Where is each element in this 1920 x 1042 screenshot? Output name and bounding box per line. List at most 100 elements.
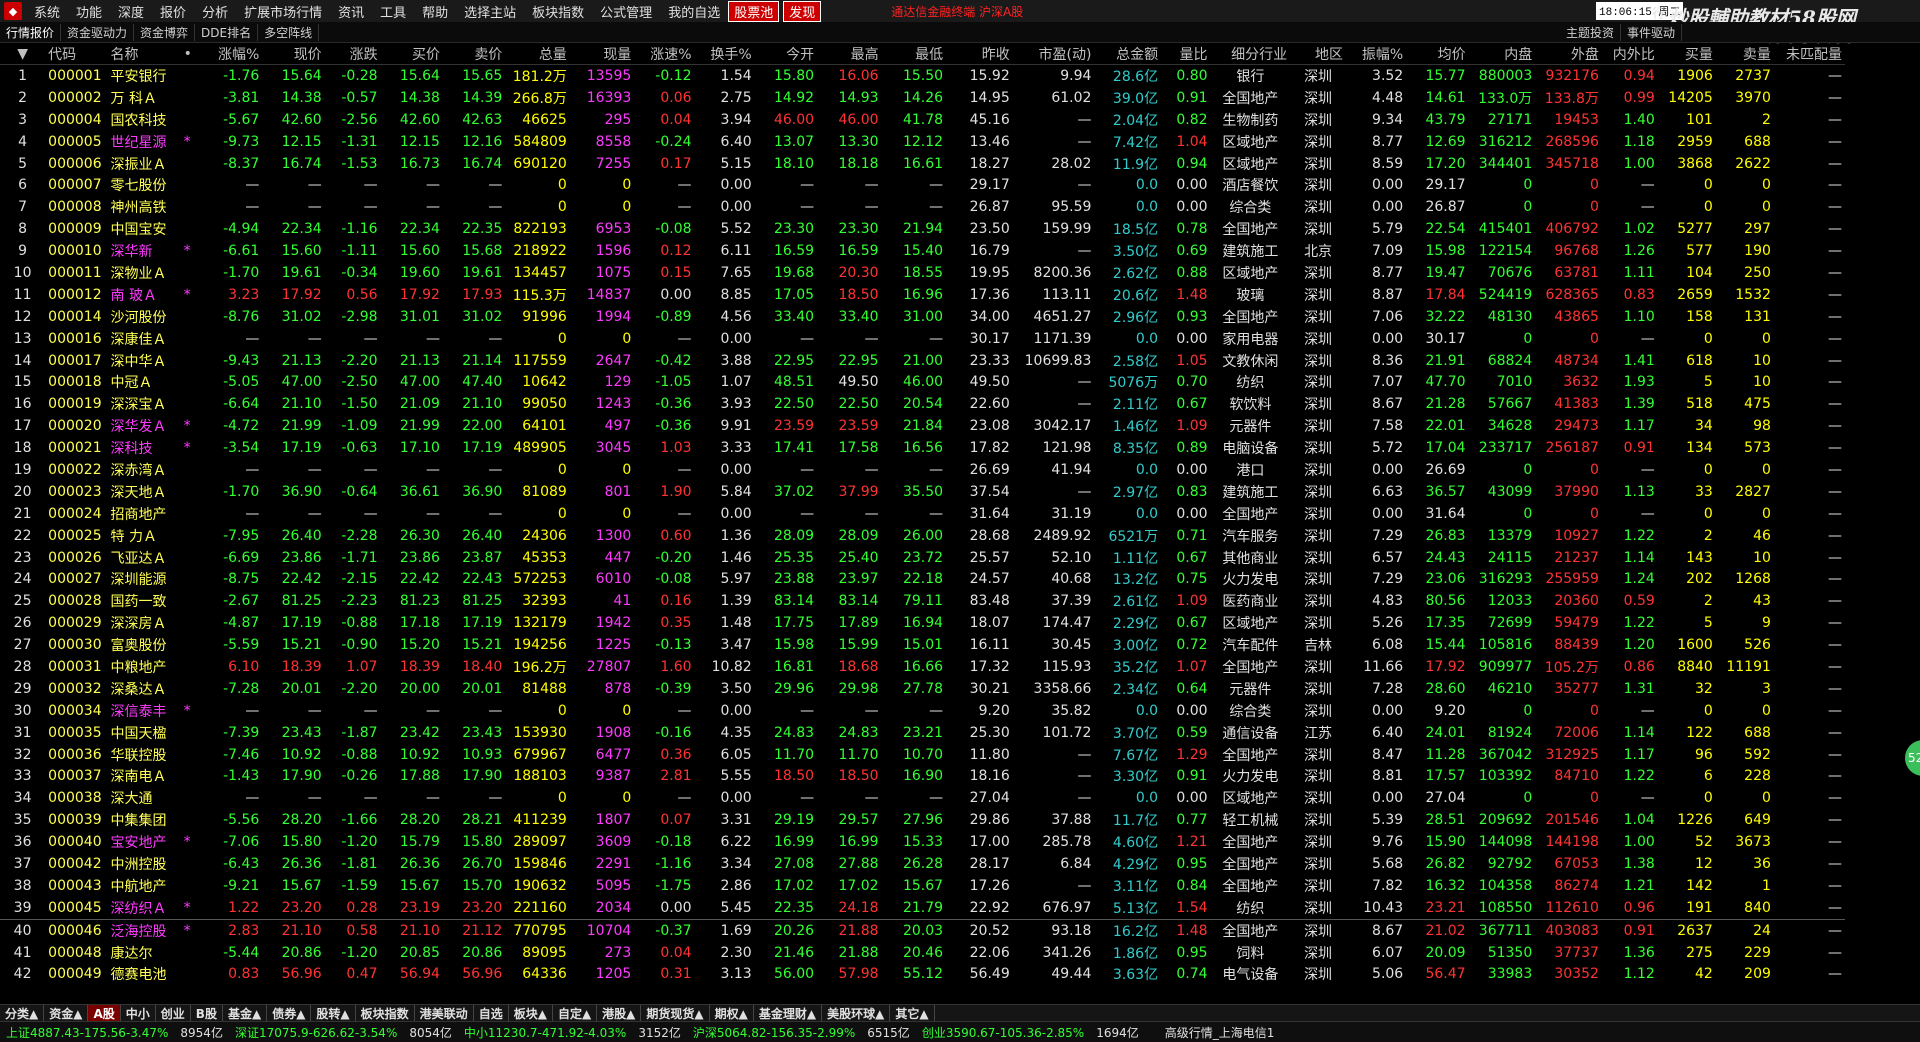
bottom-tab[interactable]: 中小 xyxy=(121,1004,156,1022)
table-row[interactable]: 21 000024 招商地产 — — — — —0 0—0.00— — —31.64 31.19 0.0… xyxy=(0,503,1845,525)
column-header[interactable]: 涨速% xyxy=(634,44,695,65)
column-header[interactable]: 现量 xyxy=(569,44,635,65)
table-row[interactable]: 28 000031 中粮地产 6.10 18.39 1.07 18.39 18.40 196.2… xyxy=(0,656,1845,678)
column-header[interactable]: 今开 xyxy=(754,44,818,65)
table-row[interactable]: 24 000027 深圳能源 -8.75 22.42 -2.15 22.42 22.43 572… xyxy=(0,568,1845,590)
table-row[interactable]: 34 000038 深大通 — — — — — 0 0 — 0.00 — — — 27.04 — 0.0 0.00 区… xyxy=(0,787,1845,809)
bottom-tab[interactable]: 其它▲ xyxy=(890,1004,935,1022)
table-row[interactable]: 32 000036 华联控股 -7.46 10.92 -0.88 10.92 10.93 679… xyxy=(0,744,1845,766)
table-row[interactable]: 5 000006 深振业Ａ -8.37 16.74 -1.53 16.73 16.74 6901… xyxy=(0,153,1845,175)
table-row[interactable]: 35 000039 中集集团 -5.56 28.20 -1.66 28.20 28.21 411… xyxy=(0,809,1845,831)
menu-item[interactable]: 公式管理 xyxy=(592,2,660,21)
side-pull-tab[interactable]: 52 xyxy=(1905,740,1920,776)
menu-item[interactable]: 分析 xyxy=(194,2,236,21)
table-row[interactable]: 38 000043 中航地产 -9.21 15.67 -1.59 15.67 15.70 190… xyxy=(0,875,1845,897)
menu-item[interactable]: 功能 xyxy=(68,2,110,21)
column-header[interactable]: 均价 xyxy=(1406,44,1469,65)
table-row[interactable]: 17 000020 深华发Ａ * -4.72 21.99 -1.09 21.99 22.00 64… xyxy=(0,415,1845,437)
menu-item[interactable]: 扩展市场行情 xyxy=(236,2,330,21)
column-header[interactable]: ▼ xyxy=(0,44,46,65)
bottom-tab[interactable]: 基金理财▲ xyxy=(754,1004,823,1022)
table-row[interactable]: 22 000025 特 力Ａ -7.95 26.40 -2.28 26.30 26.40 243… xyxy=(0,525,1845,547)
table-row[interactable]: 37 000042 中洲控股 -6.43 26.36 -1.81 26.36 26.70 159… xyxy=(0,853,1845,875)
table-row[interactable]: 25 000028 国药一致 -2.67 81.25 -2.23 81.23 81.25 323… xyxy=(0,590,1845,612)
table-row[interactable]: 7 000008 神州高铁 — — — — —0 0—0.00— — —26.87 95.59 0.0 0… xyxy=(0,196,1845,218)
table-row[interactable]: 6 000007 零七股份 — — — — — 0 0 — 0.00 — — — 29.17 — 0.0 0.00 酒… xyxy=(0,174,1845,196)
menu-item[interactable]: 系统 xyxy=(26,2,68,21)
menu-item[interactable]: 报价 xyxy=(152,2,194,21)
bottom-tab[interactable]: 自定▲ xyxy=(553,1004,598,1022)
column-header[interactable]: 涨幅% xyxy=(195,44,263,65)
menu-item-row[interactable]: 行 xyxy=(1652,3,1665,22)
column-header[interactable]: 昨收 xyxy=(946,44,1013,65)
bottom-tab[interactable]: 港美联动 xyxy=(415,1004,474,1022)
table-row[interactable]: 19 000022 深赤湾Ａ — — — — —0 0—0.00— — —26.69 41.94 0.0… xyxy=(0,459,1845,481)
bottom-tab[interactable]: 资金▲ xyxy=(44,1004,89,1022)
table-row[interactable]: 9 000010 深华新 * -6.61 15.60 -1.11 15.60 15.68 2189… xyxy=(0,240,1845,262)
column-header[interactable]: 现价 xyxy=(262,44,325,65)
table-row[interactable]: 39 000045 深纺织Ａ * 1.22 23.20 0.28 23.19 23.20 2211… xyxy=(0,897,1845,919)
column-header[interactable]: 内盘 xyxy=(1468,44,1536,65)
bottom-tab[interactable]: 债券▲ xyxy=(267,1004,312,1022)
table-row[interactable]: 11 000012 南 玻Ａ * 3.23 17.92 0.56 17.92 17.93 115.… xyxy=(0,284,1845,306)
table-row[interactable]: 8 000009 中国宝安 -4.94 22.34 -1.16 22.34 22.35 8221… xyxy=(0,218,1845,240)
table-row[interactable]: 13 000016 深康佳Ａ — — — — —0 0—0.00— — —30.17 1171.39 0… xyxy=(0,328,1845,350)
tab-quotes[interactable]: 行情报价 xyxy=(0,23,62,41)
bottom-tab[interactable]: 板块指数 xyxy=(356,1004,415,1022)
table-row[interactable]: 15 000018 中冠Ａ -5.05 47.00 -2.50 47.00 47.40 1064… xyxy=(0,371,1845,393)
table-row[interactable]: 36 000040 宝安地产 * -7.06 15.80 -1.20 15.79 15.80 28… xyxy=(0,831,1845,853)
column-header[interactable]: 名称 xyxy=(107,44,181,65)
column-header[interactable]: 最高 xyxy=(817,44,882,65)
table-row[interactable]: 30 000034 深信泰丰 * — — — — —0 0—0.00— — —9.20 35.82 0.0… xyxy=(0,700,1845,722)
table-row[interactable]: 20 000023 深天地Ａ -1.70 36.90 -0.64 36.61 36.90 810… xyxy=(0,481,1845,503)
table-row[interactable]: 12 000014 沙河股份 -8.76 31.02 -2.98 31.01 31.02 919… xyxy=(0,306,1845,328)
column-header[interactable]: 市盈(动) xyxy=(1012,44,1095,65)
column-header[interactable]: 总金额 xyxy=(1094,44,1162,65)
table-row[interactable]: 23 000026 飞亚达Ａ -6.69 23.86 -1.71 23.86 23.87 453… xyxy=(0,547,1845,569)
bottom-tab[interactable]: 板块▲ xyxy=(509,1004,553,1022)
bottom-tab[interactable]: 创业 xyxy=(156,1004,191,1022)
tab-long-short[interactable]: 多空阵线 xyxy=(258,23,320,41)
tab-event-driven[interactable]: 事件驱动 xyxy=(1621,23,1683,41)
table-row[interactable]: 27 000030 富奥股份 -5.59 15.21 -0.90 15.20 15.21 194… xyxy=(0,634,1845,656)
bottom-tab[interactable]: 股转▲ xyxy=(311,1004,356,1022)
column-header[interactable]: 未匹配量 xyxy=(1773,44,1845,65)
column-header[interactable]: 买价 xyxy=(380,44,443,65)
bottom-tab[interactable]: 基金▲ xyxy=(223,1004,268,1022)
table-row[interactable]: 4 000005 世纪星源 * -9.73 12.15 -1.31 12.15 12.16 584… xyxy=(0,131,1845,153)
menu-item[interactable]: 我的自选 xyxy=(660,2,728,21)
table-row[interactable]: 40 000046 泛海控股 * 2.83 21.10 0.58 21.10 21.12 7707… xyxy=(0,918,1845,942)
stock-pool-button[interactable]: 股票池 xyxy=(728,0,780,22)
tab-theme-invest[interactable]: 主题投资 xyxy=(1560,23,1622,41)
table-row[interactable]: 42 000049 德赛电池 0.83 56.96 0.47 56.94 56.96 64336… xyxy=(0,964,1845,986)
bottom-tab[interactable]: 期货现货▲ xyxy=(641,1004,710,1022)
table-row[interactable]: 18 000021 深科技 * -3.54 17.19 -0.63 17.10 17.19 489… xyxy=(0,437,1845,459)
table-row[interactable]: 29 000032 深桑达Ａ -7.28 20.01 -2.20 20.00 20.01 814… xyxy=(0,678,1845,700)
bottom-tab[interactable]: 港股▲ xyxy=(597,1004,642,1022)
table-row[interactable]: 2 000002 万 科Ａ -3.81 14.38 -0.57 14.38 14.39 266.… xyxy=(0,87,1845,109)
menu-item[interactable]: 深度 xyxy=(110,2,152,21)
tab-fund-drive[interactable]: 资金驱动力 xyxy=(61,23,135,41)
column-header[interactable]: 换手% xyxy=(694,44,755,65)
bottom-tab[interactable]: 分类▲ xyxy=(0,1004,45,1022)
table-row[interactable]: 26 000029 深深房Ａ -4.87 17.19 -0.88 17.18 17.19 132… xyxy=(0,612,1845,634)
table-row[interactable]: 3 000004 国农科技 -5.67 42.60 -2.56 42.60 42.63 4662… xyxy=(0,109,1845,131)
column-header[interactable]: 总量 xyxy=(505,44,570,65)
column-header[interactable]: 量比 xyxy=(1161,44,1211,65)
menu-item[interactable]: 工具 xyxy=(372,2,414,21)
column-header[interactable]: 代码 xyxy=(45,44,108,65)
menu-item[interactable]: 板块指数 xyxy=(524,2,592,21)
table-row[interactable]: 41 000048 康达尔 -5.44 20.86 -1.20 20.85 20.86 8909… xyxy=(0,942,1845,964)
bottom-tab[interactable]: 期权▲ xyxy=(710,1004,754,1022)
bottom-tab[interactable]: A股 xyxy=(88,1004,121,1022)
menu-item[interactable]: 资讯 xyxy=(330,2,372,21)
column-header[interactable]: 外盘 xyxy=(1535,44,1602,65)
bottom-tab[interactable]: 美股环球▲ xyxy=(822,1004,891,1022)
table-row[interactable]: 31 000035 中国天楹 -7.39 23.43 -1.87 23.42 23.43 153… xyxy=(0,722,1845,744)
menu-item[interactable]: 选择主站 xyxy=(456,2,524,21)
column-header[interactable]: 卖量 xyxy=(1715,44,1774,65)
menu-item[interactable]: 帮助 xyxy=(414,2,456,21)
column-header[interactable]: • xyxy=(180,44,196,65)
tab-dde-rank[interactable]: DDE排名 xyxy=(195,23,259,41)
table-row[interactable]: 1 000001 平安银行 -1.76 15.64 -0.28 15.64 15.65 181.… xyxy=(0,65,1845,87)
